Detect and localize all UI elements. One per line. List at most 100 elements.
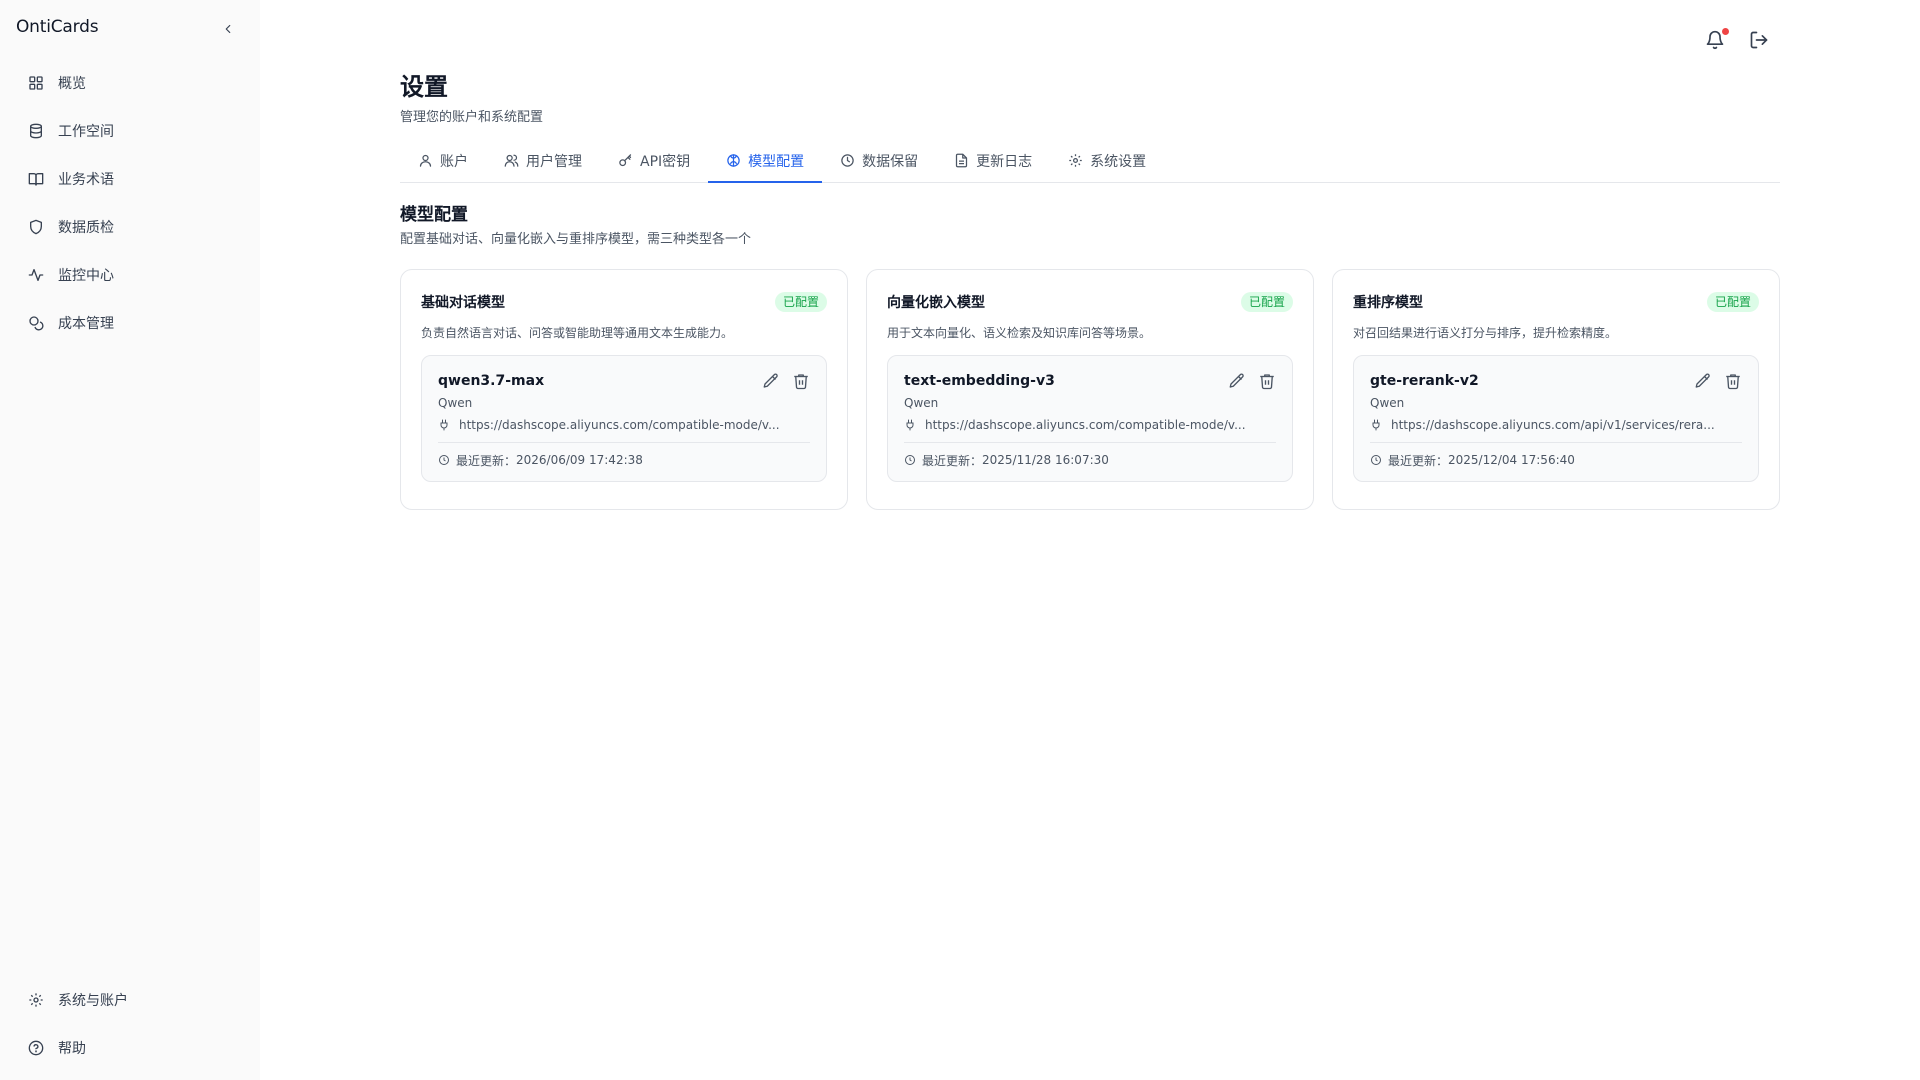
tab-data-retention[interactable]: 数据保留 [822,139,936,182]
shield-icon [28,219,44,235]
model-name: gte-rerank-v2 [1370,373,1479,389]
tab-system-settings[interactable]: 系统设置 [1050,139,1164,182]
card-title: 向量化嵌入模型 [887,295,985,311]
sidebar-item-workspace[interactable]: 工作空间 [16,111,244,151]
sidebar-nav: 概览 工作空间 业务术语 数据质检 监控中心 成本管理 [16,63,244,351]
sidebar-item-glossary[interactable]: 业务术语 [16,159,244,199]
sidebar-item-label: 帮助 [58,1041,86,1057]
tab-model-config[interactable]: 模型配置 [708,139,823,183]
sidebar-item-label: 数据质检 [58,220,114,236]
app-root: OntiCards 概览 工作空间 业务术语 数据质检 监控中心 成本管理 系统… [0,0,1920,1080]
key-icon [618,153,633,168]
model-provider: Qwen [1370,396,1405,410]
clock-icon [1370,454,1382,466]
plug-icon [904,419,916,431]
sidebar-item-monitoring[interactable]: 监控中心 [16,255,244,295]
sidebar-item-label: 工作空间 [58,124,114,140]
tab-label: 数据保留 [862,153,919,170]
trash-icon [1258,372,1276,390]
help-icon [28,1040,44,1056]
model-name: text-embedding-v3 [904,373,1055,389]
book-icon [28,171,44,187]
delete-button[interactable] [792,372,810,390]
clock-icon [840,153,855,168]
model-endpoint: https://dashscope.aliyuncs.com/compatibl… [459,418,780,432]
update-time: 2025/11/28 16:07:30 [982,453,1109,467]
sidebar-item-label: 业务术语 [58,172,114,188]
tab-label: 模型配置 [748,153,805,170]
edit-button[interactable] [762,372,780,390]
update-label: 最近更新： [456,453,517,468]
model-card-rerank: 重排序模型 已配置 对召回结果进行语义打分与排序，提升检索精度。 gte-rer… [1332,269,1780,510]
edit-button[interactable] [1694,372,1712,390]
page-subtitle: 管理您的账户和系统配置 [400,110,544,125]
delete-button[interactable] [1258,372,1276,390]
clock-icon [438,454,450,466]
model-endpoint: https://dashscope.aliyuncs.com/api/v1/se… [1391,418,1715,432]
main-area: 设置 管理您的账户和系统配置 账户 用户管理 API密钥 模型配置 数据保留 更… [260,0,1920,1080]
tab-label: 更新日志 [976,153,1033,170]
edit-button[interactable] [1228,372,1246,390]
notification-dot [1722,28,1729,35]
sidebar-bottom-nav: 系统与账户 帮助 [16,980,244,1076]
tab-label: 系统设置 [1090,153,1147,170]
card-description: 负责自然语言对话、问答或智能助理等通用文本生成能力。 [421,326,734,340]
tab-label: 用户管理 [526,153,582,170]
sidebar-item-cost[interactable]: 成本管理 [16,303,244,343]
divider [438,442,810,443]
page-title: 设置 [400,73,448,101]
tab-user-management[interactable]: 用户管理 [486,139,600,182]
sidebar-item-label: 监控中心 [58,268,114,284]
trash-icon [792,372,810,390]
model-entry: qwen3.7-max Qwen https://dashscope.aliyu… [421,355,827,482]
brain-icon [726,153,741,168]
sidebar-item-help[interactable]: 帮助 [16,1028,244,1068]
card-title: 基础对话模型 [421,295,505,311]
notifications-button[interactable] [1705,28,1729,52]
model-name: qwen3.7-max [438,373,545,389]
logout-button[interactable] [1749,30,1771,52]
sidebar-item-label: 概览 [58,76,86,92]
settings-tabs: 账户 用户管理 API密钥 模型配置 数据保留 更新日志 系统设置 [400,139,1780,183]
card-title: 重排序模型 [1353,295,1423,311]
update-label: 最近更新： [922,453,983,468]
collapse-sidebar-button[interactable] [218,19,238,39]
tab-api-keys[interactable]: API密钥 [600,139,708,182]
topbar-actions [1705,28,1771,52]
sidebar-item-label: 系统与账户 [58,993,128,1009]
divider [1370,442,1742,443]
status-badge: 已配置 [1240,292,1293,312]
model-endpoint: https://dashscope.aliyuncs.com/compatibl… [925,418,1246,432]
section-title: 模型配置 [400,205,468,225]
pencil-icon [1694,372,1712,390]
tab-changelog[interactable]: 更新日志 [936,139,1050,182]
activity-icon [28,267,44,283]
model-provider: Qwen [438,396,473,410]
model-entry: gte-rerank-v2 Qwen https://dashscope.ali… [1353,355,1759,482]
dashboard-icon [28,75,44,91]
card-description: 对召回结果进行语义打分与排序，提升检索精度。 [1353,326,1618,340]
gear-icon [1068,153,1083,168]
model-entry: text-embedding-v3 Qwen https://dashscope… [887,355,1293,482]
model-provider: Qwen [904,396,939,410]
status-badge: 已配置 [774,292,827,312]
sidebar-item-system-account[interactable]: 系统与账户 [16,980,244,1020]
update-label: 最近更新： [1388,453,1449,468]
users-icon [504,153,519,168]
settings-content: 设置 管理您的账户和系统配置 账户 用户管理 API密钥 模型配置 数据保留 更… [400,70,1780,510]
logout-icon [1749,30,1769,52]
model-cards: 基础对话模型 已配置 负责自然语言对话、问答或智能助理等通用文本生成能力。 qw… [400,269,1780,510]
pencil-icon [762,372,780,390]
update-time: 2026/06/09 17:42:38 [516,453,643,467]
plug-icon [1370,419,1382,431]
sidebar-item-overview[interactable]: 概览 [16,63,244,103]
plug-icon [438,419,450,431]
status-badge: 已配置 [1706,292,1759,312]
chevron-left-icon [221,22,235,36]
clock-icon [904,454,916,466]
tab-account[interactable]: 账户 [400,139,486,182]
pencil-icon [1228,372,1246,390]
update-time: 2025/12/04 17:56:40 [1448,453,1575,467]
sidebar-item-quality[interactable]: 数据质检 [16,207,244,247]
delete-button[interactable] [1724,372,1742,390]
